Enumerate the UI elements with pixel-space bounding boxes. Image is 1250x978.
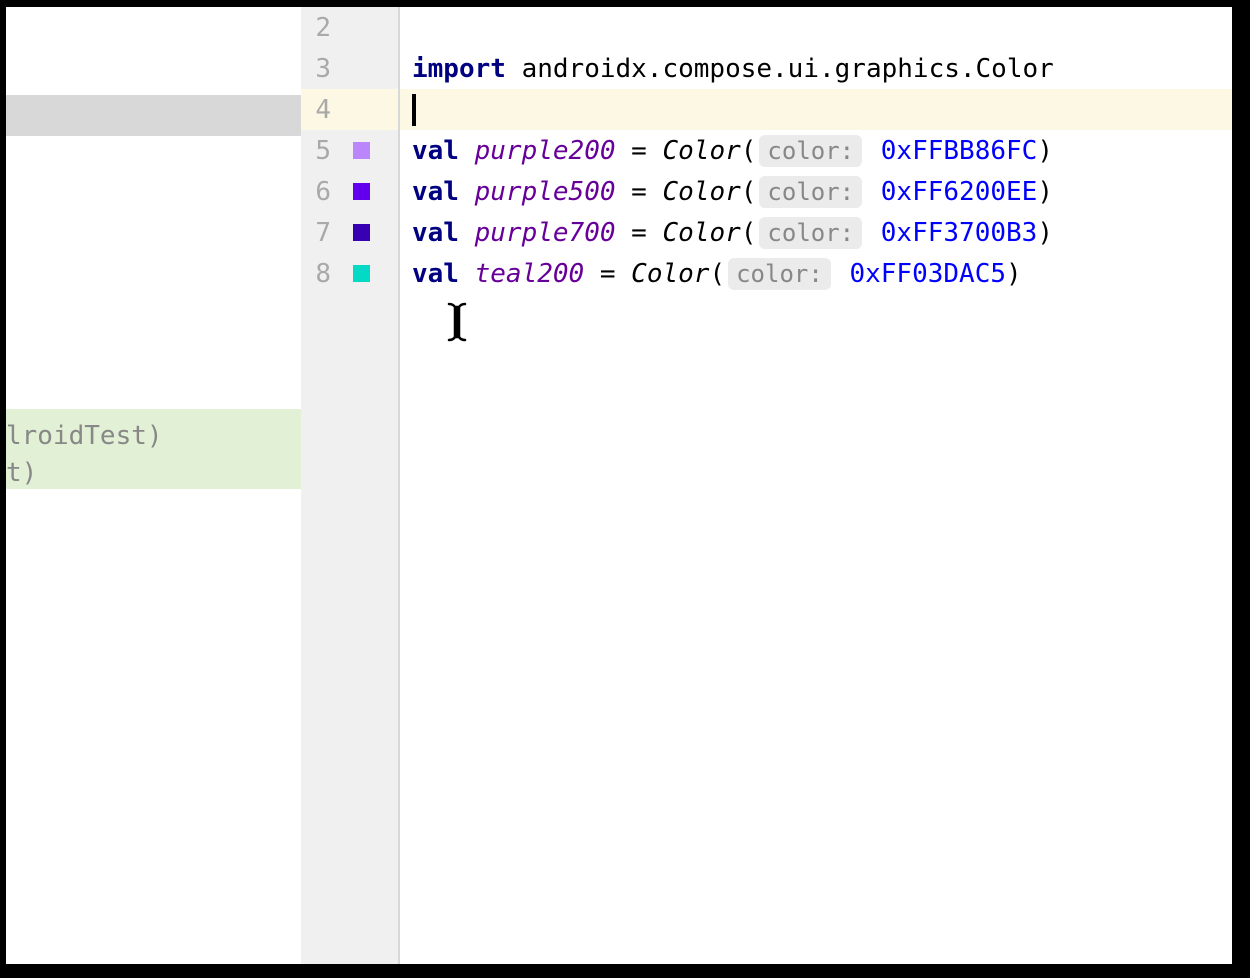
code-text: val purple200 = Color(color: 0xFFBB86FC) [400,135,1053,167]
paren-close: ) [1006,259,1022,289]
line-number: 8 [301,259,341,289]
gutter-line-6[interactable]: 6 [301,171,398,212]
code-line-4[interactable] [400,89,1232,130]
code-text: import androidx.compose.ui.graphics.Colo… [400,54,1054,84]
line-number: 7 [301,218,341,248]
code-text: val teal200 = Color(color: 0xFF03DAC5) [400,258,1022,290]
code-line-8[interactable]: val teal200 = Color(color: 0xFF03DAC5) [400,253,1232,294]
code-line-2[interactable] [400,7,1232,48]
gutter: 2 3 4 5 6 7 8 [301,7,400,964]
line-number: 2 [301,13,341,43]
keyword-import: import [412,54,506,84]
color-swatch-icon[interactable] [353,224,370,241]
function-call: Color [662,218,740,248]
gutter-line-5[interactable]: 5 [301,130,398,171]
line-number: 5 [301,136,341,166]
test-sources-area: lroidTest) t) [6,409,301,489]
tree-item-text[interactable]: t) [6,453,37,489]
code-line-5[interactable]: val purple200 = Color(color: 0xFFBB86FC) [400,130,1232,171]
paren-close: ) [1037,136,1053,166]
text-cursor [412,94,416,126]
paren-open: ( [741,218,757,248]
hex-literal: 0xFF3700B3 [881,218,1038,248]
keyword-val: val [412,136,459,166]
selection-highlight [6,95,301,136]
parameter-hint: color: [759,176,862,208]
color-swatch-icon[interactable] [353,265,370,282]
hex-literal: 0xFFBB86FC [881,136,1038,166]
gutter-line-4[interactable]: 4 [301,89,398,130]
color-swatch-icon[interactable] [353,183,370,200]
line-number: 3 [301,54,341,84]
i-beam-cursor-icon [447,302,467,350]
paren-open: ( [741,177,757,207]
gutter-line-8[interactable]: 8 [301,253,398,294]
keyword-val: val [412,218,459,248]
top-border [0,0,1250,7]
variable-name: purple500 [475,177,616,207]
function-call: Color [662,136,740,166]
tree-item-text[interactable]: lroidTest) [6,416,163,456]
code-line-6[interactable]: val purple500 = Color(color: 0xFF6200EE) [400,171,1232,212]
code-text: val purple700 = Color(color: 0xFF3700B3) [400,217,1053,249]
code-text: val purple500 = Color(color: 0xFF6200EE) [400,176,1053,208]
paren-close: ) [1037,218,1053,248]
hex-literal: 0xFF03DAC5 [849,259,1006,289]
gutter-line-3[interactable]: 3 [301,48,398,89]
line-number: 6 [301,177,341,207]
paren-open: ( [741,136,757,166]
color-swatch-icon[interactable] [353,142,370,159]
gutter-line-2[interactable]: 2 [301,7,398,48]
function-call: Color [631,259,709,289]
right-border [1232,0,1250,978]
code-editor[interactable]: import androidx.compose.ui.graphics.Colo… [400,7,1232,964]
code-line-7[interactable]: val purple700 = Color(color: 0xFF3700B3) [400,212,1232,253]
variable-name: purple200 [475,136,616,166]
parameter-hint: color: [728,258,831,290]
paren-close: ) [1037,177,1053,207]
parameter-hint: color: [759,135,862,167]
keyword-val: val [412,177,459,207]
code-text [400,94,416,126]
variable-name: teal200 [475,259,585,289]
gutter-line-7[interactable]: 7 [301,212,398,253]
keyword-val: val [412,259,459,289]
project-panel: lroidTest) t) [6,7,301,964]
hex-literal: 0xFF6200EE [881,177,1038,207]
bottom-border [0,964,1250,978]
variable-name: purple700 [475,218,616,248]
function-call: Color [662,177,740,207]
import-path: androidx.compose.ui.graphics.Color [522,54,1054,84]
paren-open: ( [709,259,725,289]
code-line-3[interactable]: import androidx.compose.ui.graphics.Colo… [400,48,1232,89]
parameter-hint: color: [759,217,862,249]
line-number: 4 [301,95,341,125]
